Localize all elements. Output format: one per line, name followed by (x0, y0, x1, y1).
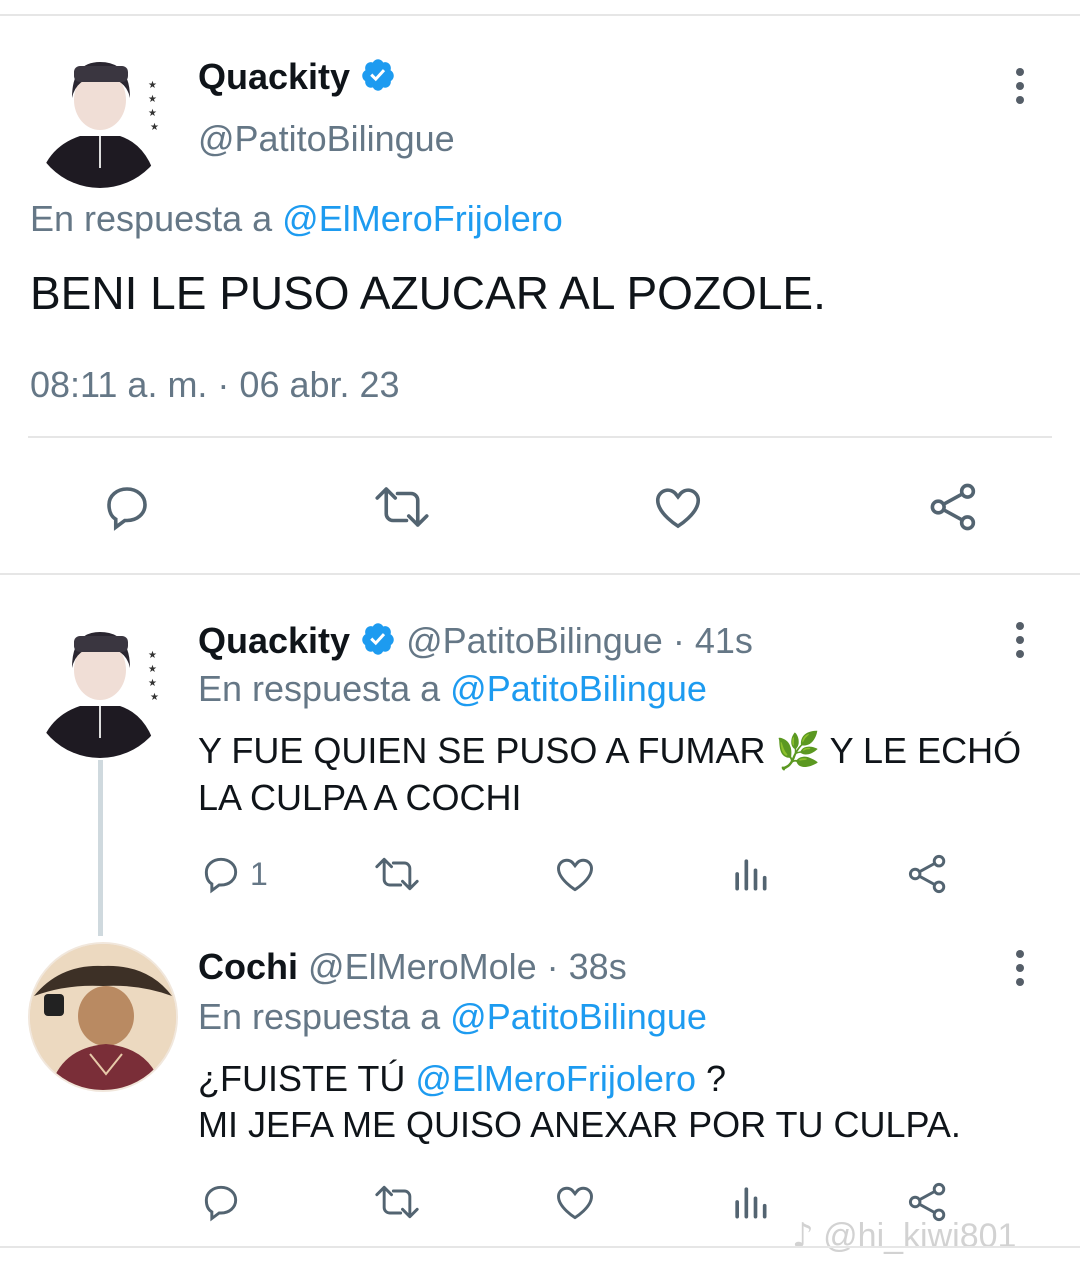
tweet-text-line: LA CULPA A COCHI (198, 777, 522, 818)
text-segment: ¿FUISTE TÚ (198, 1058, 406, 1099)
reply-prefix: En respuesta a (30, 198, 273, 239)
avatar-illustration: ★ ★ ★ ★ (38, 62, 159, 188)
reply-icon[interactable] (100, 480, 154, 534)
avatar[interactable]: ★ ★ ★ ★ (30, 618, 170, 758)
watermark-text: @hi_kiwi801 (823, 1217, 1017, 1255)
reply-prefix: En respuesta a (198, 668, 441, 709)
tweet-text-line: Y FUE QUIEN SE PUSO A FUMAR 🌿 Y LE ECHÓ (198, 728, 1021, 775)
reply-icon[interactable] (198, 852, 244, 896)
tweet-text: BENI LE PUSO AZUCAR AL POZOLE. (30, 267, 826, 319)
share-icon[interactable] (926, 480, 982, 534)
tiktok-logo-icon: ♪ (792, 1216, 814, 1256)
tweet-timestamp[interactable]: 08:11 a. m. · 06 abr. 23 (30, 364, 400, 406)
reply-prefix: En respuesta a (198, 996, 441, 1037)
svg-text:★: ★ (148, 94, 157, 105)
tweet-text: Y FUE QUIEN SE PUSO A FUMAR 🌿 Y LE ECHÓ … (198, 728, 1021, 821)
avatar[interactable] (28, 942, 178, 1092)
watermark: ♪ @hi_kiwi801 (792, 1216, 1016, 1256)
tweet-text: ¿FUISTE TÚ @ElMeroFrijolero ? MI JEFA ME… (198, 1056, 961, 1148)
like-icon[interactable] (650, 480, 706, 534)
tweet-text-line: MI JEFA ME QUISO ANEXAR POR TU CULPA. (198, 1104, 961, 1145)
reply-context: En respuesta a @ElMeroFrijolero (30, 198, 563, 240)
svg-text:★: ★ (148, 664, 157, 675)
tweet-time[interactable]: · 38s (547, 946, 627, 987)
like-icon[interactable] (552, 852, 598, 896)
top-divider (0, 14, 1080, 16)
author-line: Cochi @ElMeroMole · 38s (198, 946, 627, 988)
author-name[interactable]: Quackity (198, 56, 350, 97)
section-divider (0, 573, 1080, 575)
retweet-icon[interactable] (372, 480, 432, 534)
like-icon[interactable] (552, 1180, 598, 1224)
author-handle[interactable]: @PatitoBilingue (198, 118, 455, 160)
svg-text:★: ★ (148, 650, 157, 661)
more-icon[interactable] (1015, 68, 1025, 104)
tweet-time[interactable]: · 41s (673, 620, 753, 661)
avatar-illustration (30, 944, 176, 1090)
more-icon[interactable] (1015, 622, 1025, 658)
svg-text:★: ★ (150, 122, 159, 133)
avatar-illustration: ★ ★ ★ ★ (38, 632, 159, 758)
reply-icon[interactable] (198, 1180, 244, 1224)
mention-link[interactable]: @ElMeroFrijolero (415, 1058, 696, 1099)
author-line: Quackity @PatitoBilingue · 41s (198, 620, 753, 666)
retweet-icon[interactable] (372, 852, 422, 896)
thread-line (98, 760, 103, 936)
author-name[interactable]: Cochi (198, 946, 298, 987)
author-handle[interactable]: @PatitoBilingue (406, 620, 663, 661)
svg-text:★: ★ (148, 80, 157, 91)
author-name[interactable]: Quackity (198, 620, 350, 661)
bottom-divider (0, 1246, 1080, 1248)
author-line: Quackity (198, 56, 396, 102)
text-segment: Y FUE QUIEN SE PUSO A FUMAR (198, 730, 766, 771)
avatar[interactable]: ★ ★ ★ ★ (30, 48, 170, 188)
reply-context: En respuesta a @PatitoBilingue (198, 996, 707, 1038)
reply-count: 1 (250, 856, 268, 892)
text-segment: ? (705, 1058, 727, 1099)
svg-text:★: ★ (150, 692, 159, 703)
views-icon[interactable] (730, 1180, 770, 1224)
reply-to-mention[interactable]: @PatitoBilingue (450, 668, 707, 709)
text-segment: Y LE ECHÓ (829, 730, 1022, 771)
retweet-icon[interactable] (372, 1180, 422, 1224)
reply-to-mention[interactable]: @ElMeroFrijolero (282, 198, 563, 239)
action-divider (28, 436, 1052, 438)
verified-badge-icon (360, 621, 396, 666)
svg-text:★: ★ (148, 678, 157, 689)
more-icon[interactable] (1015, 950, 1025, 986)
reply-to-mention[interactable]: @PatitoBilingue (450, 996, 707, 1037)
views-icon[interactable] (730, 852, 770, 896)
svg-text:★: ★ (148, 108, 157, 119)
herb-emoji: 🌿 (775, 731, 821, 772)
tweet-text-line: ¿FUISTE TÚ @ElMeroFrijolero ? (198, 1056, 961, 1102)
verified-badge-icon (360, 57, 396, 102)
author-handle[interactable]: @ElMeroMole (308, 946, 537, 987)
reply-context: En respuesta a @PatitoBilingue (198, 668, 707, 710)
share-icon[interactable] (906, 852, 950, 896)
